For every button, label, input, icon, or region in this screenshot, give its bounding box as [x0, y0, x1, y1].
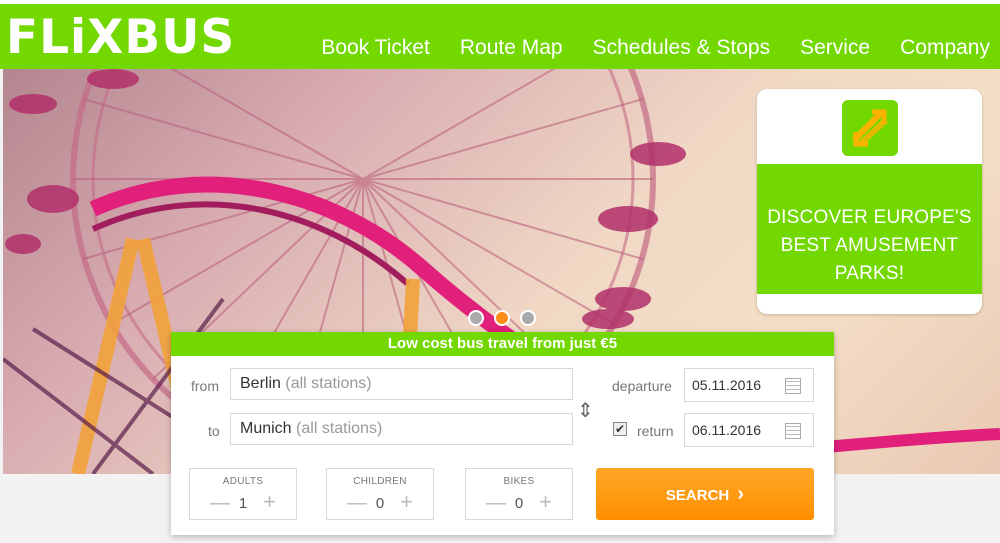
promo-card[interactable]: DISCOVER EUROPE'S BEST AMUSEMENT PARKS!: [757, 89, 982, 314]
carousel-dot-active[interactable]: [494, 310, 510, 326]
nav-company[interactable]: Company: [900, 34, 990, 62]
from-label: from: [191, 378, 219, 394]
children-plus-button[interactable]: +: [400, 491, 413, 513]
return-date-field[interactable]: 06.11.2016: [684, 413, 814, 447]
nav-book-ticket[interactable]: Book Ticket: [321, 34, 430, 62]
promo-line-1: DISCOVER EUROPE'S: [767, 207, 972, 228]
search-panel: Low cost bus travel from just €5 from Be…: [171, 332, 834, 535]
departure-label: departure: [612, 378, 672, 394]
carousel-dot[interactable]: [468, 310, 484, 326]
nav-route-map[interactable]: Route Map: [460, 34, 563, 62]
carousel-dot[interactable]: [520, 310, 536, 326]
site-header: FLiXBUS Book Ticket Route Map Schedules …: [0, 0, 1000, 69]
adults-plus-button[interactable]: +: [263, 491, 276, 513]
main-nav: Book Ticket Route Map Schedules & Stops …: [321, 34, 990, 62]
search-panel-title: Low cost bus travel from just €5: [171, 332, 834, 356]
to-label: to: [208, 423, 220, 439]
swap-direction-icon[interactable]: ⇕: [577, 398, 594, 423]
to-input[interactable]: Munich (all stations): [230, 413, 573, 445]
to-hint: (all stations): [296, 420, 383, 437]
chevron-right-icon: ›: [737, 483, 745, 505]
promo-text: DISCOVER EUROPE'S BEST AMUSEMENT PARKS!: [757, 204, 982, 288]
promo-banner: DISCOVER EUROPE'S BEST AMUSEMENT PARKS!: [757, 164, 982, 294]
return-label: return: [637, 423, 674, 439]
swap-arrows-icon: [842, 100, 898, 156]
bikes-value: 0: [514, 495, 524, 512]
from-value: Berlin: [240, 375, 281, 392]
calendar-icon[interactable]: [785, 378, 801, 394]
bikes-plus-button[interactable]: +: [539, 491, 552, 513]
from-input[interactable]: Berlin (all stations): [230, 368, 573, 400]
from-hint: (all stations): [285, 375, 372, 392]
children-label: CHILDREN: [353, 476, 407, 487]
adults-value: 1: [238, 495, 248, 512]
search-button[interactable]: SEARCH ›: [596, 468, 814, 520]
departure-date-value: 05.11.2016: [692, 377, 762, 393]
nav-schedules-stops[interactable]: Schedules & Stops: [593, 34, 770, 62]
carousel-dots: [468, 310, 536, 326]
return-checkbox[interactable]: ✔: [613, 422, 627, 436]
children-value: 0: [375, 495, 385, 512]
search-button-label: SEARCH: [665, 487, 730, 504]
adults-counter: ADULTS — 1 +: [189, 468, 297, 520]
page: FLiXBUS Book Ticket Route Map Schedules …: [0, 0, 1000, 543]
adults-label: ADULTS: [222, 476, 264, 487]
nav-service[interactable]: Service: [800, 34, 870, 62]
flixbus-logo[interactable]: FLiXBUS: [6, 12, 235, 64]
departure-date-field[interactable]: 05.11.2016: [684, 368, 814, 402]
bikes-counter: BIKES — 0 +: [465, 468, 573, 520]
children-counter: CHILDREN — 0 +: [326, 468, 434, 520]
calendar-icon[interactable]: [785, 423, 801, 439]
to-value: Munich: [240, 420, 292, 437]
promo-line-2: BEST AMUSEMENT PARKS!: [780, 235, 959, 284]
bikes-label: BIKES: [503, 476, 535, 487]
return-date-value: 06.11.2016: [692, 422, 762, 438]
